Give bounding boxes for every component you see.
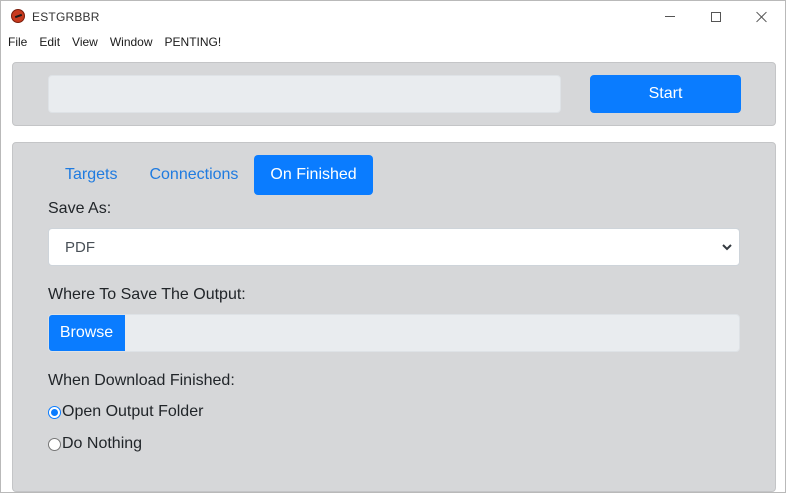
maximize-icon [711,11,721,22]
save-as-value: PDF [65,238,95,256]
app-window: ESTGRBBR File Edit View Window PENTING! … [0,0,786,493]
radio-label: Open Output Folder [62,403,204,420]
menu-view[interactable]: View [72,35,98,49]
when-finished-label: When Download Finished: [48,372,235,389]
start-button[interactable]: Start [590,75,741,113]
save-as-label: Save As: [48,200,112,217]
menu-bar: File Edit View Window PENTING! [1,32,785,52]
browse-button[interactable]: Browse [49,315,125,351]
output-path-field[interactable]: Browse [48,314,740,352]
menu-window[interactable]: Window [110,35,153,49]
menu-file[interactable]: File [8,35,27,49]
save-as-select[interactable]: PDF [48,228,740,266]
tab-connections[interactable]: Connections [133,155,254,195]
tab-targets[interactable]: Targets [49,155,133,195]
radio-open-output-folder[interactable]: Open Output Folder [48,403,203,421]
maximize-button[interactable] [693,1,739,32]
url-input[interactable] [48,75,561,113]
menu-edit[interactable]: Edit [39,35,60,49]
tab-on-finished[interactable]: On Finished [254,155,373,195]
minimize-button[interactable] [647,1,693,32]
radio-checked-icon[interactable] [48,405,61,419]
radio-unchecked-icon[interactable] [48,437,61,451]
minimize-icon [665,16,675,17]
radio-do-nothing[interactable]: Do Nothing [48,435,142,453]
title-bar: ESTGRBBR [1,1,785,32]
settings-panel: Targets Connections On Finished Save As:… [12,142,776,492]
tab-bar: Targets Connections On Finished [49,155,373,195]
output-location-label: Where To Save The Output: [48,286,246,303]
url-panel: Start [12,62,776,126]
close-icon [756,11,768,23]
window-title: ESTGRBBR [32,10,100,24]
menu-penting[interactable]: PENTING! [165,35,222,49]
app-logo-icon [11,9,25,23]
radio-label: Do Nothing [62,435,143,452]
close-button[interactable] [739,1,785,32]
chevron-down-icon [722,244,732,251]
